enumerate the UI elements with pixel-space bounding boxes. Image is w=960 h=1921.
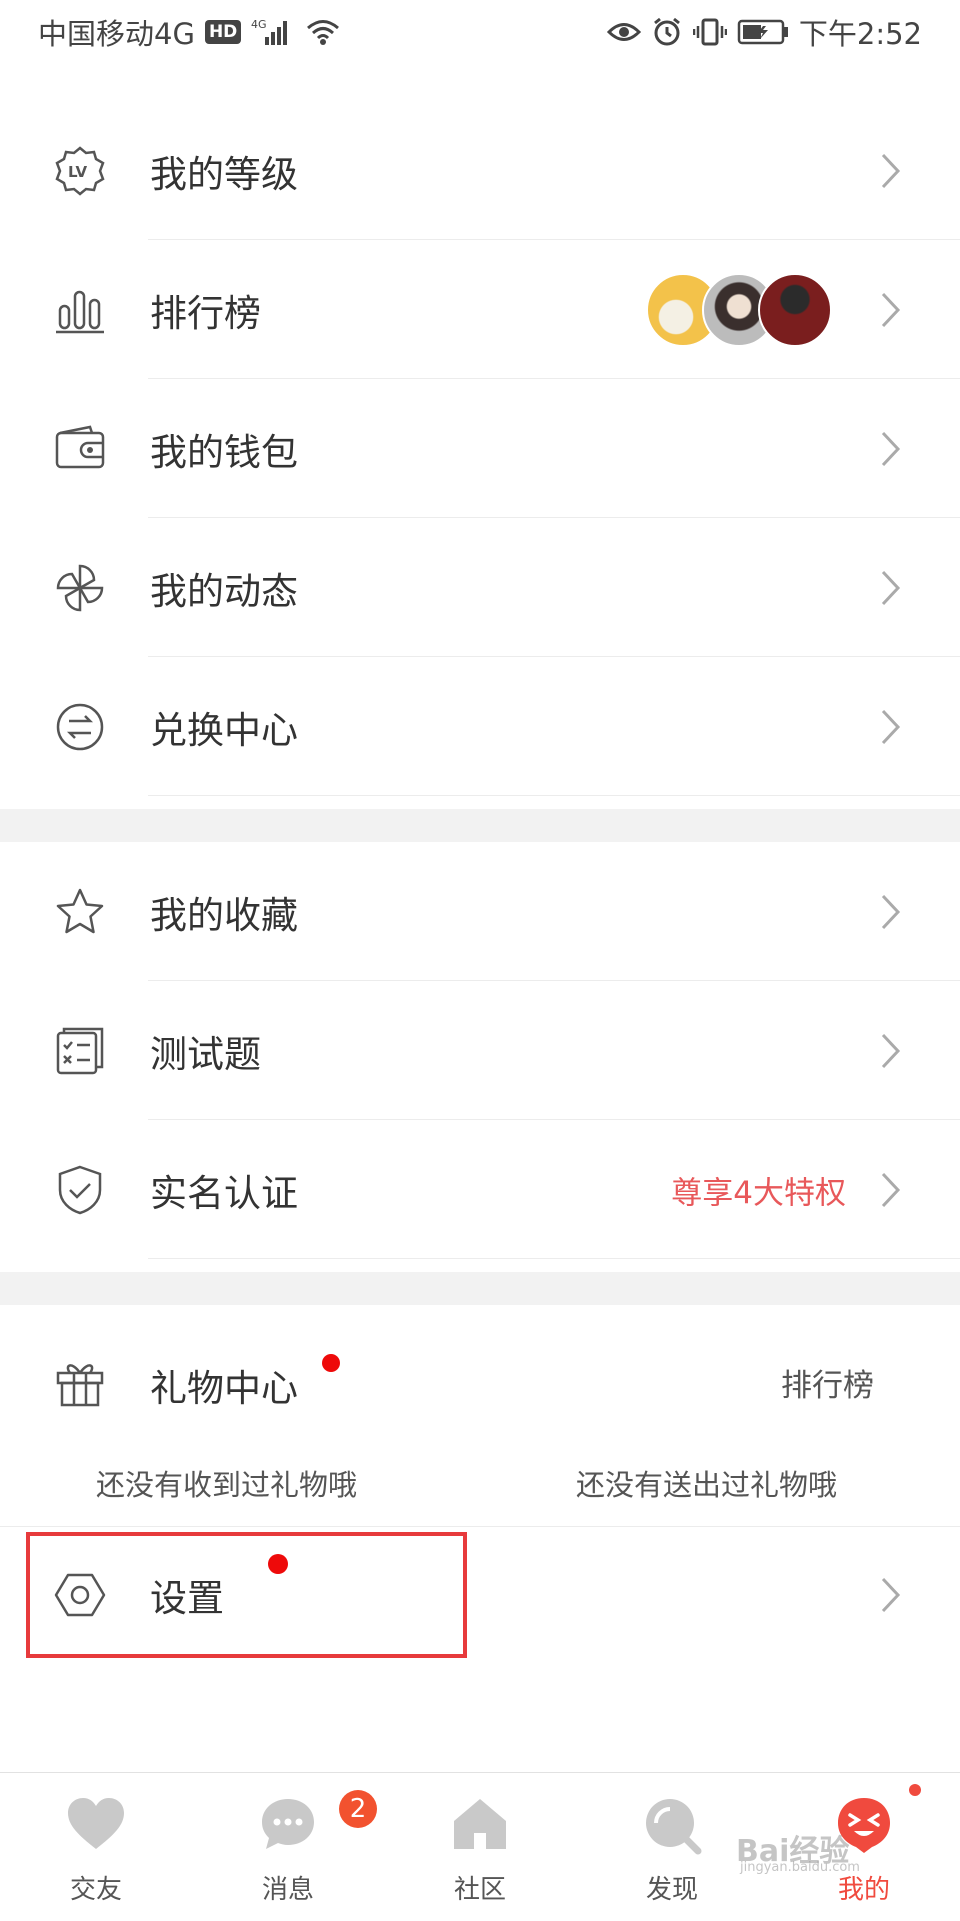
tab-label: 交友 bbox=[69, 1875, 122, 1905]
star-icon bbox=[54, 886, 106, 938]
menu-label: 排行榜 bbox=[150, 291, 261, 335]
chevron-right-icon bbox=[881, 292, 901, 327]
watermark-url: jingyan.baidu.com bbox=[740, 1860, 860, 1875]
menu-label: 我的等级 bbox=[150, 152, 298, 196]
tab-label: 社区 bbox=[453, 1875, 506, 1905]
menu-label: 兑换中心 bbox=[150, 708, 298, 752]
notification-dot bbox=[909, 1784, 921, 1796]
menu-item-ranking[interactable]: 排行榜 bbox=[0, 240, 960, 379]
chevron-right-icon bbox=[881, 431, 901, 466]
shield-check-icon bbox=[54, 1164, 106, 1216]
clock-time: 下午2:52 bbox=[798, 17, 922, 51]
menu-item-real-name-auth[interactable]: 实名认证 尊享4大特权 bbox=[0, 1120, 960, 1259]
menu-label: 实名认证 bbox=[150, 1171, 298, 1215]
chat-icon bbox=[262, 1799, 314, 1849]
carrier-text: 中国移动4G bbox=[38, 17, 195, 51]
notification-dot bbox=[322, 1354, 340, 1372]
tab-label: 发现 bbox=[645, 1875, 698, 1905]
section-gap bbox=[0, 809, 960, 842]
level-icon: LV bbox=[54, 145, 106, 197]
menu-item-level[interactable]: LV 我的等级 bbox=[0, 101, 960, 240]
chevron-right-icon bbox=[881, 153, 901, 188]
divider bbox=[148, 1258, 960, 1259]
battery-icon bbox=[737, 18, 789, 46]
menu-item-moments[interactable]: 我的动态 bbox=[0, 518, 960, 657]
vibrate-icon bbox=[692, 17, 727, 47]
ranking-avatars bbox=[646, 272, 832, 347]
section-gap bbox=[0, 1272, 960, 1305]
annotation-highlight-box bbox=[26, 1532, 467, 1658]
ranking-icon bbox=[54, 284, 106, 336]
discover-icon bbox=[646, 1799, 702, 1855]
chevron-right-icon bbox=[881, 709, 901, 744]
home-icon bbox=[454, 1799, 506, 1849]
tab-friends[interactable]: 交友 bbox=[16, 1773, 176, 1921]
menu-item-favorites[interactable]: 我的收藏 bbox=[0, 842, 960, 981]
menu-label: 测试题 bbox=[150, 1032, 261, 1076]
chevron-right-icon bbox=[881, 570, 901, 605]
wallet-icon bbox=[54, 423, 106, 475]
quiz-icon bbox=[54, 1025, 106, 1077]
divider bbox=[148, 795, 960, 796]
chevron-right-icon bbox=[881, 1033, 901, 1068]
chevron-right-icon bbox=[881, 1577, 901, 1613]
status-bar: 中国移动4G HD 4G 下午2:52 bbox=[0, 0, 960, 64]
wifi-icon bbox=[305, 17, 341, 47]
eye-icon bbox=[606, 19, 641, 45]
heart-icon bbox=[68, 1798, 124, 1849]
tab-discover[interactable]: 发现 bbox=[592, 1773, 752, 1921]
menu-label: 我的收藏 bbox=[150, 893, 298, 937]
avatar bbox=[758, 272, 832, 347]
tab-label: 消息 bbox=[261, 1875, 314, 1905]
hd-badge: HD bbox=[204, 20, 242, 44]
menu-item-quiz[interactable]: 测试题 bbox=[0, 981, 960, 1120]
svg-text:LV: LV bbox=[68, 163, 87, 181]
gifts-sent-text: 还没有送出过礼物哦 bbox=[576, 1468, 838, 1502]
tab-community[interactable]: 社区 bbox=[400, 1773, 560, 1921]
net-type-label: 4G bbox=[251, 18, 267, 31]
menu-label: 我的动态 bbox=[150, 569, 298, 613]
privilege-promo-text: 尊享4大特权 bbox=[671, 1175, 846, 1211]
chevron-right-icon bbox=[881, 1172, 901, 1207]
gift-icon bbox=[54, 1357, 106, 1409]
menu-item-exchange[interactable]: 兑换中心 bbox=[0, 657, 960, 796]
menu-label: 我的钱包 bbox=[150, 430, 298, 474]
menu-item-wallet[interactable]: 我的钱包 bbox=[0, 379, 960, 518]
exchange-icon bbox=[54, 701, 106, 753]
message-count-badge: 2 bbox=[339, 1790, 377, 1828]
gift-ranking-link[interactable]: 排行榜 bbox=[781, 1360, 874, 1405]
pinwheel-icon bbox=[54, 562, 106, 614]
gift-center-title: 礼物中心 bbox=[150, 1367, 298, 1410]
alarm-icon bbox=[651, 16, 683, 48]
chevron-right-icon bbox=[881, 894, 901, 929]
gifts-received-text: 还没有收到过礼物哦 bbox=[96, 1468, 358, 1502]
signal-icon: 4G bbox=[251, 17, 295, 47]
